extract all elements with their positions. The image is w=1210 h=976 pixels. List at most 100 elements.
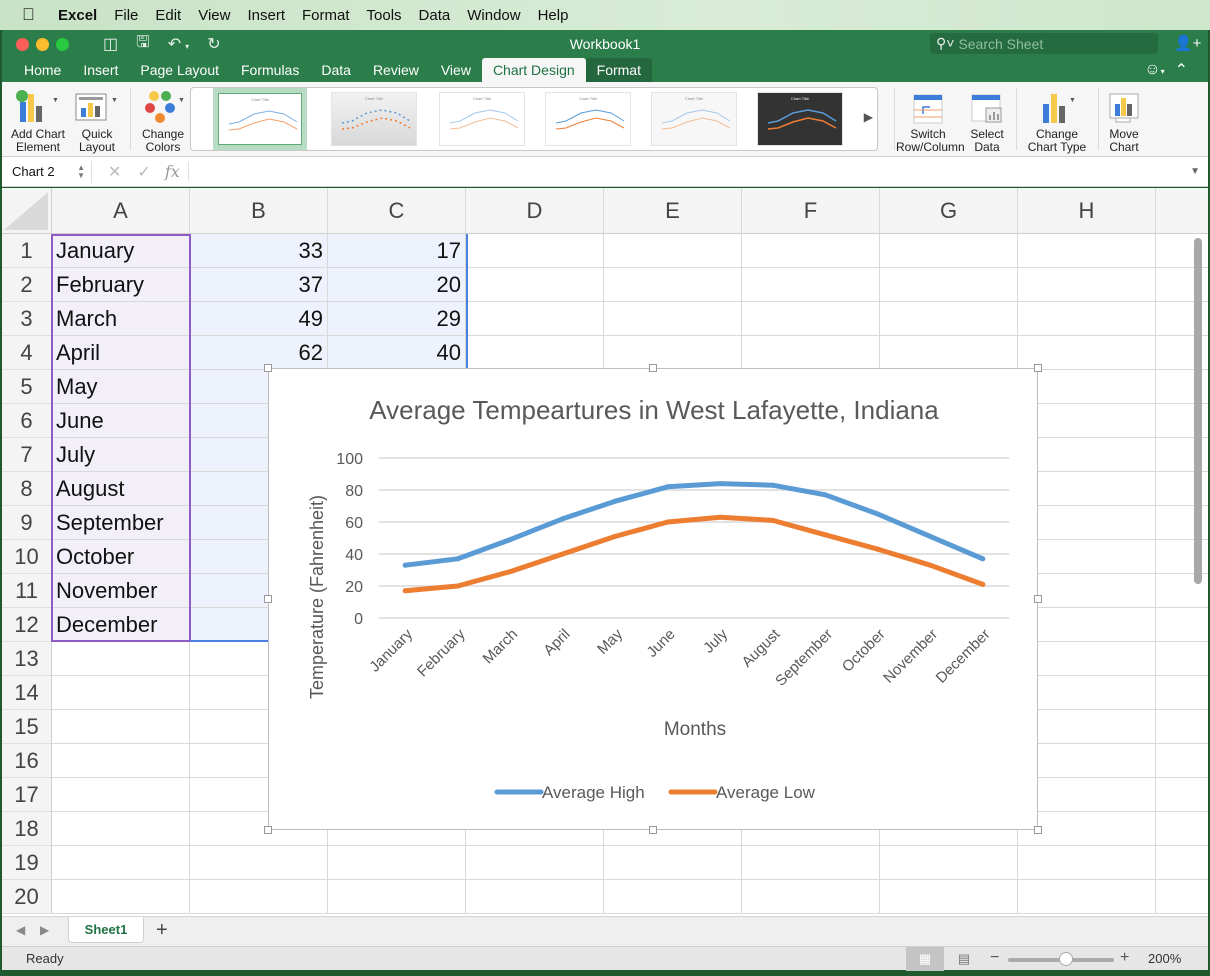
menu-view[interactable]: View bbox=[198, 7, 230, 24]
menu-data[interactable]: Data bbox=[419, 7, 451, 24]
data-point[interactable] bbox=[927, 562, 933, 568]
data-point[interactable] bbox=[717, 514, 723, 520]
column-header-a[interactable]: A bbox=[52, 188, 190, 234]
cell[interactable] bbox=[604, 268, 742, 302]
zoom-window-button[interactable] bbox=[56, 37, 69, 51]
menu-tools[interactable]: Tools bbox=[367, 7, 402, 24]
cell[interactable] bbox=[1018, 880, 1156, 914]
cell[interactable] bbox=[742, 268, 880, 302]
quick-layout-button[interactable]: ▼ Quick Layout bbox=[74, 88, 120, 154]
cell[interactable]: June bbox=[52, 404, 190, 438]
tab-data[interactable]: Data bbox=[310, 58, 362, 82]
menu-edit[interactable]: Edit bbox=[155, 7, 181, 24]
row-header[interactable]: 7 bbox=[2, 438, 52, 472]
close-window-button[interactable] bbox=[16, 37, 29, 51]
data-point[interactable] bbox=[402, 588, 408, 594]
cell[interactable] bbox=[52, 778, 190, 812]
cell[interactable] bbox=[1018, 234, 1156, 268]
row-header[interactable]: 9 bbox=[2, 506, 52, 540]
cell[interactable]: 29 bbox=[328, 302, 466, 336]
formula-input[interactable] bbox=[189, 161, 1208, 183]
cell[interactable] bbox=[328, 880, 466, 914]
row-header[interactable]: 16 bbox=[2, 744, 52, 778]
cell[interactable] bbox=[880, 336, 1018, 370]
minimize-window-button[interactable] bbox=[36, 37, 49, 51]
select-all-corner[interactable] bbox=[2, 188, 52, 234]
cell[interactable] bbox=[1018, 268, 1156, 302]
redo-icon[interactable]: ↻ bbox=[207, 34, 220, 54]
cell[interactable]: 62 bbox=[190, 336, 328, 370]
tab-formulas[interactable]: Formulas bbox=[230, 58, 310, 82]
chart-style-1[interactable]: Chart Title bbox=[213, 88, 307, 150]
row-header[interactable]: 19 bbox=[2, 846, 52, 880]
tab-chart-design[interactable]: Chart Design bbox=[481, 58, 586, 82]
cell[interactable]: October bbox=[52, 540, 190, 574]
zoom-slider[interactable] bbox=[1008, 952, 1114, 966]
data-point[interactable] bbox=[402, 562, 408, 568]
menu-format[interactable]: Format bbox=[302, 7, 350, 24]
data-point[interactable] bbox=[507, 537, 513, 543]
column-header-h[interactable]: H bbox=[1018, 188, 1156, 234]
insert-function-fx-icon[interactable]: fx bbox=[165, 162, 189, 181]
tab-review[interactable]: Review bbox=[362, 58, 430, 82]
cell[interactable] bbox=[742, 302, 880, 336]
column-header-g[interactable]: G bbox=[880, 188, 1018, 234]
cell[interactable] bbox=[466, 846, 604, 880]
cell[interactable]: January bbox=[52, 234, 190, 268]
change-colors-button[interactable]: ▼ Change Colors bbox=[138, 88, 188, 154]
data-point[interactable] bbox=[612, 533, 618, 539]
chart-style-3[interactable]: Chart Title bbox=[439, 92, 525, 146]
column-header-d[interactable]: D bbox=[466, 188, 604, 234]
cell[interactable] bbox=[742, 880, 880, 914]
cell[interactable] bbox=[52, 676, 190, 710]
cell[interactable] bbox=[880, 234, 1018, 268]
cell[interactable] bbox=[328, 846, 466, 880]
select-data-button[interactable]: Select Data bbox=[966, 88, 1008, 154]
column-header-f[interactable]: F bbox=[742, 188, 880, 234]
data-point[interactable] bbox=[455, 556, 461, 562]
cell[interactable] bbox=[880, 268, 1018, 302]
row-header[interactable]: 18 bbox=[2, 812, 52, 846]
chart-title[interactable]: Average Tempeartures in West Lafayette, … bbox=[369, 395, 939, 425]
cell[interactable] bbox=[52, 710, 190, 744]
resize-handle-bottom-right[interactable] bbox=[1034, 826, 1042, 834]
cancel-x-icon[interactable]: ✕ bbox=[108, 162, 121, 182]
normal-view-grid-icon[interactable]: ▦ bbox=[906, 947, 944, 971]
legend-label[interactable]: Average Low bbox=[716, 783, 816, 802]
cell[interactable] bbox=[52, 642, 190, 676]
sidebar-toggle-icon[interactable]: ◫ bbox=[103, 34, 118, 54]
cell[interactable] bbox=[742, 846, 880, 880]
column-header-b[interactable]: B bbox=[190, 188, 328, 234]
add-sheet-button[interactable]: + bbox=[156, 919, 168, 942]
cell[interactable]: November bbox=[52, 574, 190, 608]
row-header[interactable]: 13 bbox=[2, 642, 52, 676]
data-point[interactable] bbox=[665, 484, 671, 490]
cell[interactable] bbox=[604, 234, 742, 268]
cell[interactable] bbox=[604, 336, 742, 370]
data-point[interactable] bbox=[822, 532, 828, 538]
tab-page-layout[interactable]: Page Layout bbox=[129, 58, 230, 82]
cell[interactable]: February bbox=[52, 268, 190, 302]
move-chart-button[interactable]: Move Chart bbox=[1102, 88, 1146, 154]
cell[interactable] bbox=[466, 234, 604, 268]
row-header[interactable]: 5 bbox=[2, 370, 52, 404]
data-point[interactable] bbox=[770, 517, 776, 523]
cell[interactable] bbox=[52, 880, 190, 914]
menu-insert[interactable]: Insert bbox=[247, 7, 285, 24]
tab-home[interactable]: Home bbox=[2, 58, 72, 82]
data-point[interactable] bbox=[875, 511, 881, 517]
cell[interactable] bbox=[604, 880, 742, 914]
name-box[interactable]: Chart 2 ▲ ▼ bbox=[2, 160, 92, 183]
cell[interactable] bbox=[466, 268, 604, 302]
chart-style-2[interactable]: Chart Title bbox=[331, 92, 417, 146]
resize-handle-right[interactable] bbox=[1034, 595, 1042, 603]
cell[interactable] bbox=[880, 302, 1018, 336]
cell[interactable] bbox=[190, 880, 328, 914]
confirm-check-icon[interactable]: ✓ bbox=[137, 162, 150, 182]
resize-handle-top-right[interactable] bbox=[1034, 364, 1042, 372]
chart-style-5[interactable]: Chart Title bbox=[651, 92, 737, 146]
data-point[interactable] bbox=[822, 492, 828, 498]
cell[interactable]: 17 bbox=[328, 234, 466, 268]
row-header[interactable]: 6 bbox=[2, 404, 52, 438]
cell[interactable]: 49 bbox=[190, 302, 328, 336]
